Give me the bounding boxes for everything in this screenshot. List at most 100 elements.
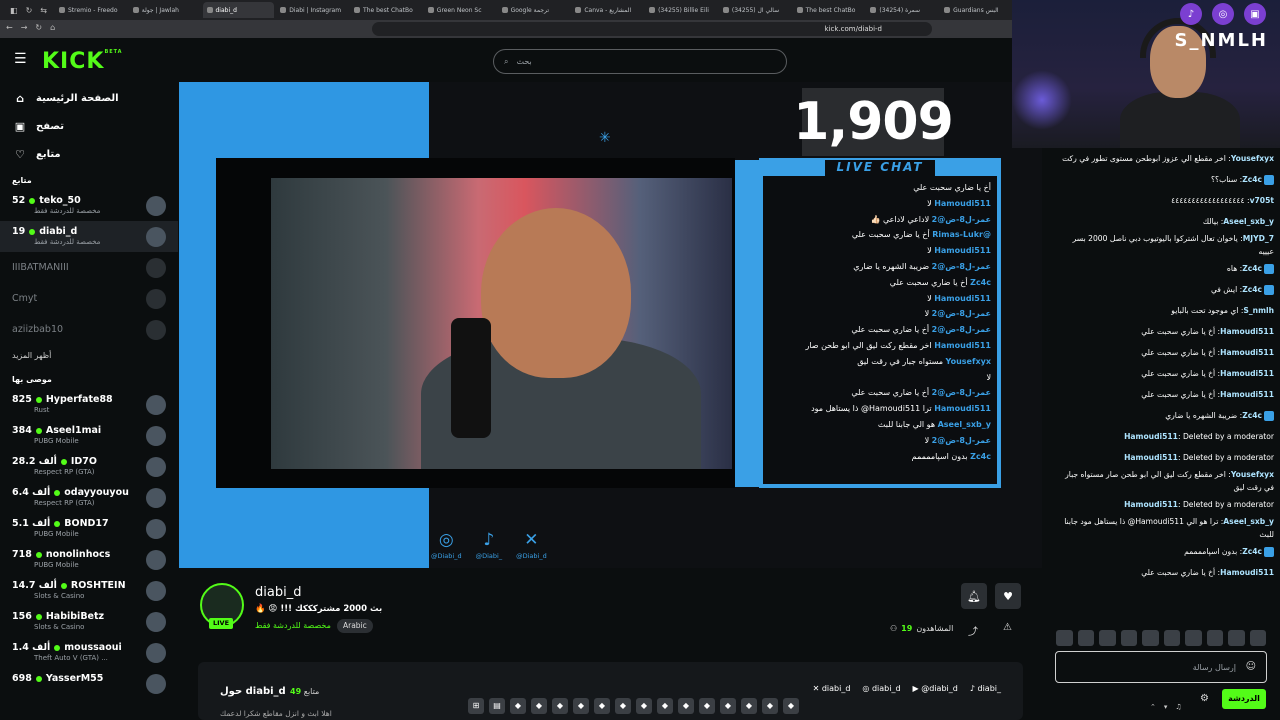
emote[interactable] [1185,630,1202,646]
browser-tab[interactable]: (34254) سمرة [866,2,938,18]
reload-icon[interactable]: ↻ [35,23,42,32]
sidebar-channel[interactable]: 825 Hyperfate88 Rust [0,389,178,420]
app-icon[interactable]: ◆ [510,698,526,714]
notification-bell-button[interactable]: 🔔︎ [961,583,987,609]
chat-username[interactable]: Zc4c [1242,285,1262,294]
app-icon[interactable]: ◆ [762,698,778,714]
home-icon[interactable]: ⌂ [50,23,55,32]
search-input[interactable]: ⌕ بحث [493,49,787,74]
browser-tab[interactable]: Guardians البس [940,2,1012,18]
share-icon[interactable]: ⤴ [968,623,978,638]
chat-username[interactable]: Hamoudi511 [1124,432,1178,441]
youtube-link[interactable]: ▶ @diabi_d [913,684,958,693]
browser-tab[interactable]: Google ترجمة [498,2,570,18]
tab-control-icon[interactable]: ◧ [10,6,18,15]
sidebar-channel[interactable]: Cmyt [0,283,178,314]
emote[interactable] [1099,630,1116,646]
sidebar-channel[interactable]: 384 Aseel1mai PUBG Mobile [0,420,178,451]
chat-message-input[interactable]: إرسال رسالة ☺ [1055,651,1267,683]
chat-username[interactable]: Yousefxyx [1231,154,1274,163]
emote[interactable] [1249,630,1266,646]
browser-tab[interactable]: The best ChatBo [793,2,865,18]
app-icon[interactable]: ◆ [552,698,568,714]
chat-username[interactable]: S_nmlh [1243,306,1274,315]
instagram-link[interactable]: ◎ diabi_d [862,684,900,693]
steam-icon[interactable]: ◆ [699,698,715,714]
video-player[interactable]: ✳ 1,909 LIVE CHAT أخ يا ضاري سحبت علي Ham… [179,82,1042,568]
sidebar-channel[interactable]: 52 teko_50 مخصصة للدردشة فقط [0,190,178,221]
show-more-link[interactable]: أظهر المزيد [0,345,178,367]
chat-username[interactable]: Aseel_sxb_y [1223,217,1274,226]
browser-tab[interactable]: Stremio - Freedo [55,2,127,18]
chat-username[interactable]: Zc4c [1242,547,1262,556]
browser-tab[interactable]: جولة | Jawlah [129,2,201,18]
network-icon[interactable]: ▾ [1164,703,1168,711]
language-tag[interactable]: Arabic [337,619,373,633]
app-icon[interactable]: ◆ [531,698,547,714]
x-link[interactable]: ✕ diabi_d [813,684,851,693]
app-icon[interactable]: ◆ [636,698,652,714]
chat-username[interactable]: MJYD_7 [1243,234,1274,243]
tab-control-icon[interactable]: ⇆ [40,6,47,15]
app-icon[interactable]: ◆ [657,698,673,714]
volume-icon[interactable]: ♫ [1175,703,1181,711]
follow-button[interactable]: ♥ [995,583,1021,609]
folder-icon[interactable]: ▤ [489,698,505,714]
emote[interactable] [1206,630,1223,646]
kick-logo[interactable]: KICKBETA [42,49,123,74]
chat-send-button[interactable]: الدردشة [1222,689,1266,709]
emote[interactable] [1056,630,1073,646]
emoji-icon[interactable]: ☺ [1246,661,1256,672]
hamburger-menu-icon[interactable]: ☰ [14,52,28,66]
app-icon[interactable]: ◆ [741,698,757,714]
browser-tab[interactable]: (34255) سالي ال [719,2,791,18]
sidebar-channel[interactable]: 718 nonolinhocs PUBG Mobile [0,544,178,575]
sidebar-channel[interactable]: 156 HabibiBetz Slots & Casino [0,606,178,637]
app-icon[interactable]: ◆ [615,698,631,714]
windows-icon[interactable]: ⊞ [468,698,484,714]
browser-tab[interactable]: (34255) Billie Eili [645,2,717,18]
browser-tab[interactable]: Diabi | Instagram [276,2,348,18]
emote[interactable] [1077,630,1094,646]
emote[interactable] [1228,630,1245,646]
app-icon[interactable]: ◆ [720,698,736,714]
sidebar-channel[interactable]: 1.4 ألف moussaoui Theft Auto V (GTA) ... [0,637,178,668]
tiktok-link[interactable]: ♪ diabi_ [970,684,1001,693]
browser-tab[interactable]: Canva - المشاريع [571,2,643,18]
chat-username[interactable]: Zc4c [1242,411,1262,420]
sidebar-channel[interactable]: 6.4 ألف odayyouyou Respect RP (GTA) [0,482,178,513]
back-icon[interactable]: ← [6,23,13,32]
sidebar-channel[interactable]: 698 YasserM55 [0,668,178,699]
sidebar-channel[interactable]: 14.7 ألف ROSHTEIN Slots & Casino [0,575,178,606]
stream-category[interactable]: مخصصة للدردشة فقط [255,621,331,630]
chat-username[interactable]: Hamoudi511 [1124,500,1178,509]
chat-username[interactable]: Hamoudi511 [1220,369,1274,378]
chat-username[interactable]: Hamoudi511 [1220,327,1274,336]
chat-username[interactable]: Hamoudi511 [1220,348,1274,357]
chat-username[interactable]: Hamoudi511 [1220,568,1274,577]
sidebar-nav-item[interactable]: ⌂ الصفحة الرئيسية [0,84,178,112]
sidebar-channel[interactable]: 19 diabi_d مخصصة للدردشة فقط [0,221,178,252]
browser-tab[interactable]: diabi_d [202,2,275,18]
tab-control-icon[interactable]: ↻ [26,6,33,15]
forward-icon[interactable]: → [21,23,28,32]
streamer-name[interactable]: diabi_d [255,585,301,600]
chat-username[interactable]: Zc4c [1242,175,1262,184]
chat-username[interactable]: Hamoudi511 [1220,390,1274,399]
chat-username[interactable]: Yousefxyx [1231,470,1274,479]
gear-icon[interactable]: ⚙ [1200,693,1209,704]
sidebar-channel[interactable]: 28.2 ألف ID7O Respect RP (GTA) [0,451,178,482]
browser-icon[interactable]: ◆ [573,698,589,714]
chat-username[interactable]: Zc4c [1242,264,1262,273]
sidebar-nav-item[interactable]: ♡ متابع [0,140,178,168]
emote[interactable] [1163,630,1180,646]
app-icon[interactable]: ◆ [594,698,610,714]
sidebar-channel[interactable]: IIIBATMANIII [0,252,178,283]
browser-tab[interactable]: Green Neon Sc [424,2,496,18]
emote[interactable] [1142,630,1159,646]
browser-tab[interactable]: The best ChatBo [350,2,422,18]
chat-username[interactable]: Aseel_sxb_y [1223,517,1274,526]
url-field[interactable]: kick.com/diabi-d [372,22,932,36]
chevron-up-icon[interactable]: ⌃ [1150,703,1156,711]
sidebar-channel[interactable]: 5.1 ألف BOND17 PUBG Mobile [0,513,178,544]
